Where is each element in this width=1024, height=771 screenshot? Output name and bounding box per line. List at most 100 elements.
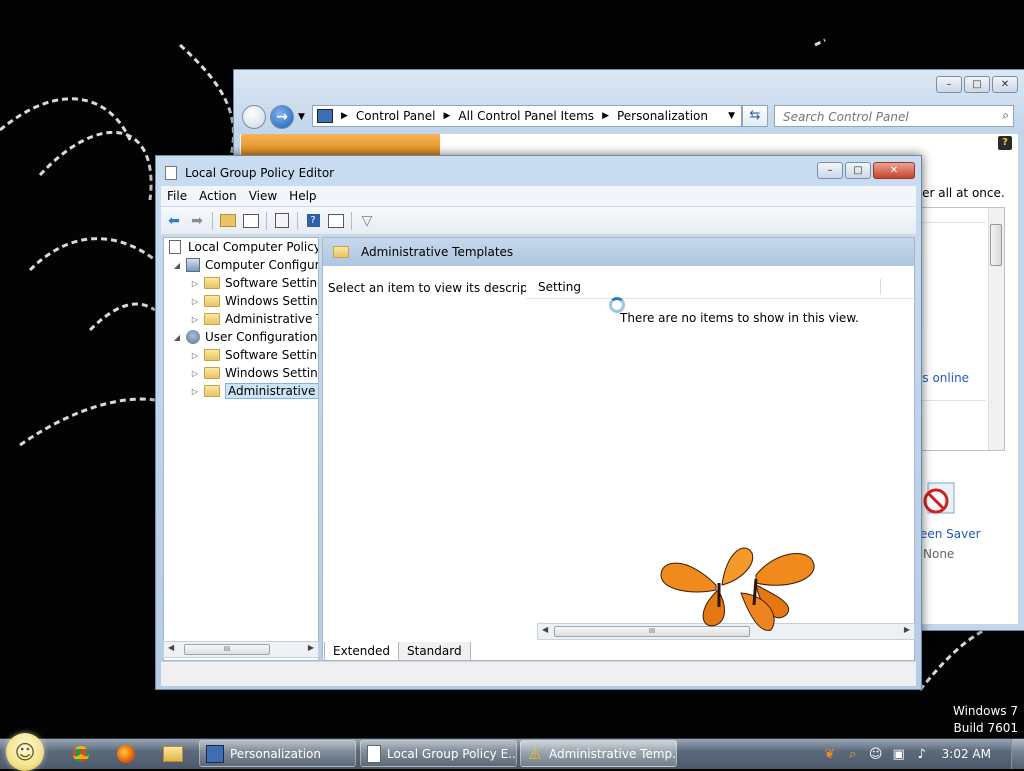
theme-list[interactable] [915,207,1005,451]
forward-arrow-icon[interactable]: ➡ [187,211,207,231]
taskbar-button-personalization[interactable]: Personalization [199,740,356,767]
show-hide-tree-icon[interactable] [241,211,261,231]
maximize-button[interactable]: □ [845,162,871,179]
menu-help[interactable]: Help [289,189,316,203]
breadcrumb-item[interactable]: All Control Panel Items [458,109,594,123]
tree-node-administrative-templates[interactable]: ▷ Administrative Te [190,310,319,328]
menu-action[interactable]: Action [199,189,237,203]
maximize-button[interactable]: □ [964,76,990,93]
expand-icon[interactable]: ▷ [190,369,200,378]
network-icon[interactable]: ▣ [890,745,908,763]
get-more-themes-link[interactable]: es online [915,371,969,385]
details-pane[interactable]: Administrative Templates Select an item … [322,237,915,661]
recent-pages-dropdown-icon[interactable]: ▼ [298,112,305,122]
scroll-right-icon[interactable]: ▶ [904,625,910,634]
breadcrumb-separator-icon[interactable]: ▶ [444,111,451,121]
tree-node-label: Administrative Te [225,312,319,326]
start-button[interactable]: ☺ [6,733,44,771]
tree-node-user-configuration[interactable]: ◢ User Configuration [172,328,318,346]
tab-extended[interactable]: Extended [324,642,399,661]
back-arrow-icon[interactable]: ⬅ [164,211,184,231]
search-tray-icon[interactable]: ⌕ [844,745,862,763]
taskbar-button-group-policy-editor[interactable]: Local Group Policy E... [360,740,517,767]
show-desktop-button[interactable] [1011,739,1024,769]
back-button[interactable] [242,105,266,129]
minimize-button[interactable]: – [817,162,843,179]
close-button[interactable]: ✕ [873,162,915,179]
tree-node-windows-settings[interactable]: ▷ Windows Setting [190,292,318,310]
address-dropdown-icon[interactable]: ▼ [728,111,735,121]
console-tree[interactable]: Local Computer Policy ◢ Computer Configu… [163,237,319,661]
menu-file[interactable]: File [167,189,187,203]
forward-button[interactable]: → [270,105,294,129]
help-icon[interactable]: ? [303,211,323,231]
folder-icon [204,277,220,289]
search-input[interactable] [781,107,995,127]
taskbar-button-administrative-templates[interactable]: ⚠ Administrative Temp... [520,740,677,767]
tree-node-label: Windows Setting [225,366,319,380]
details-pane-header: Administrative Templates [323,238,914,266]
breadcrumb-item[interactable]: Control Panel [356,109,436,123]
tree-node-administrative-templates-selected[interactable]: ▷ Administrative Te [190,382,318,400]
column-header-setting[interactable]: Setting [538,280,581,294]
tree-node-computer-configuration[interactable]: ◢ Computer Configura [172,256,318,274]
minimize-button[interactable]: – [936,76,962,93]
menu-view[interactable]: View [249,189,277,203]
scrollbar-thumb[interactable] [990,224,1002,266]
search-box[interactable]: ⌕ [774,105,1014,127]
tree-node-local-computer-policy[interactable]: Local Computer Policy [169,238,318,256]
policy-editor-icon [367,744,381,763]
help-icon[interactable]: ? [998,136,1012,150]
clock[interactable]: 3:02 AM [942,747,991,761]
filter-icon[interactable]: ▽ [357,211,377,231]
caption-buttons: – □ ✕ [936,76,1018,93]
properties-icon[interactable] [326,211,346,231]
tree-node-software-settings[interactable]: ▷ Software Settings [190,274,318,292]
butterfly-tray-icon[interactable]: ❦ [821,745,839,763]
up-folder-icon[interactable] [218,211,238,231]
breadcrumb-separator-icon[interactable]: ▶ [341,111,348,121]
refresh-button[interactable]: ⇆ [742,105,768,127]
tree-node-windows-settings[interactable]: ▷ Windows Setting [190,364,319,382]
collapse-icon[interactable]: ◢ [172,261,182,270]
scroll-left-icon[interactable]: ◀ [542,625,548,634]
expand-icon[interactable]: ▷ [190,279,200,288]
vertical-scrollbar[interactable] [988,208,1004,450]
smiley-tray-icon[interactable]: ☺ [867,745,885,763]
screen-saver-label[interactable]: een Saver [920,527,981,541]
tree-node-label: User Configuration [205,330,318,344]
tree-node-software-settings[interactable]: ▷ Software Settings [190,346,318,364]
close-button[interactable]: ✕ [992,76,1018,93]
smiley-start-icon: ☺ [14,740,36,764]
expand-icon[interactable]: ▷ [190,315,200,324]
window-title: Local Group Policy Editor [185,166,335,180]
expand-icon[interactable]: ▷ [190,387,200,396]
column-divider[interactable] [880,279,881,295]
caption-buttons: – □ ✕ [817,162,915,179]
chrome-icon[interactable] [64,741,98,767]
file-explorer-icon[interactable] [156,741,190,767]
divider [916,222,986,223]
view-tabs: Extended Standard [324,642,471,661]
screen-saver-icon[interactable] [922,479,956,519]
volume-icon[interactable]: ♪ [913,745,931,763]
computer-icon [186,258,200,272]
tab-standard[interactable]: Standard [398,642,471,661]
scrollbar-thumb[interactable]: III [184,644,270,655]
breadcrumb-item[interactable]: Personalization [617,109,708,123]
scroll-left-icon[interactable]: ◀ [168,643,174,652]
scroll-right-icon[interactable]: ▶ [308,643,314,652]
expand-icon[interactable]: ▷ [190,297,200,306]
breadcrumb-separator-icon[interactable]: ▶ [602,111,609,121]
control-panel-icon [206,744,224,763]
collapse-icon[interactable]: ◢ [172,333,182,342]
tree-node-label: Software Settings [225,348,318,362]
address-bar[interactable]: ▶ Control Panel ▶ All Control Panel Item… [312,105,742,127]
toolbar-separator [212,211,213,230]
search-icon[interactable]: ⌕ [1002,108,1009,123]
tree-horizontal-scrollbar[interactable]: ◀ III ▶ [163,641,319,658]
folder-icon [204,295,220,307]
export-list-icon[interactable] [272,211,292,231]
expand-icon[interactable]: ▷ [190,351,200,360]
firefox-icon[interactable] [109,741,143,767]
